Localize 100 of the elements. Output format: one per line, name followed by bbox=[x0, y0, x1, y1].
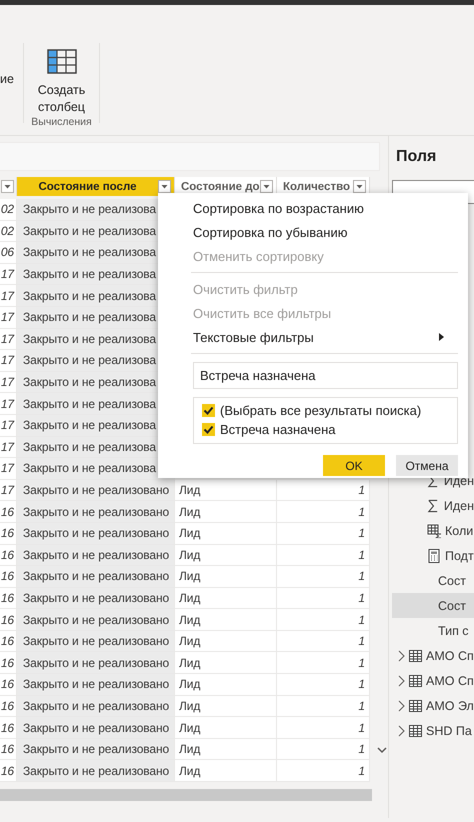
table-column-icon bbox=[46, 49, 76, 74]
table-cell: Лид bbox=[175, 630, 277, 652]
chevron-down-icon[interactable] bbox=[376, 747, 386, 754]
table-cell: Закрыто и не реализова bbox=[17, 458, 175, 480]
table-cell: Закрыто и не реализовано bbox=[17, 522, 175, 544]
search-field[interactable]: Встреча назначена bbox=[193, 362, 458, 389]
table-cell: 16 bbox=[0, 609, 17, 631]
table-cell: Закрыто и не реализовано bbox=[17, 480, 175, 502]
table-cell: Лид bbox=[175, 717, 277, 739]
table-cell: 1 bbox=[277, 696, 370, 718]
table-cell: Закрыто и не реализовано bbox=[17, 760, 175, 782]
dropdown-icon[interactable] bbox=[158, 180, 171, 193]
table-cell: Лид bbox=[175, 760, 277, 782]
field-item[interactable]: Сост bbox=[389, 568, 474, 593]
table-cell: Закрыто и не реализовано bbox=[17, 501, 175, 523]
chevron-right-icon[interactable] bbox=[398, 650, 405, 662]
table-cell: 17 bbox=[0, 264, 17, 286]
chevron-right-icon[interactable] bbox=[398, 700, 405, 712]
table-cell: 16 bbox=[0, 652, 17, 674]
field-item[interactable]: Тип с bbox=[389, 618, 474, 643]
field-item[interactable]: Коли bbox=[389, 518, 474, 543]
table-cell: Лид bbox=[175, 588, 277, 610]
field-item[interactable]: Сост bbox=[392, 593, 474, 618]
table-cell: 16 bbox=[0, 738, 17, 760]
table-cell: 17 bbox=[0, 414, 17, 437]
horizontal-scrollbar[interactable] bbox=[0, 789, 372, 802]
table-cell: 16 bbox=[0, 501, 17, 523]
table-sum-icon bbox=[427, 524, 442, 538]
table-cell: 17 bbox=[0, 328, 17, 350]
table-cell: 06 bbox=[0, 242, 17, 264]
ok-button[interactable]: OK bbox=[323, 455, 385, 476]
table-cell: 17 bbox=[0, 480, 17, 502]
table-item[interactable]: АМО Эл bbox=[389, 693, 474, 718]
column-header[interactable]: Состояние после bbox=[17, 177, 175, 196]
table-item[interactable]: АМО Сп bbox=[389, 643, 474, 668]
table-cell: 16 bbox=[0, 760, 17, 782]
table-cell: Закрыто и не реализовано bbox=[17, 544, 175, 566]
cancel-button[interactable]: Отмена bbox=[396, 455, 458, 476]
field-item[interactable]: Подт bbox=[389, 543, 474, 568]
table-cell: 1 bbox=[277, 630, 370, 652]
table-cell: Закрыто и не реализовано bbox=[17, 674, 175, 696]
table-cell: 1 bbox=[277, 760, 370, 782]
checkbox[interactable] bbox=[202, 423, 215, 436]
table-cell: 16 bbox=[0, 674, 17, 696]
column-header[interactable] bbox=[0, 177, 17, 196]
table-cell: Лид bbox=[175, 609, 277, 631]
table-cell: 16 bbox=[0, 630, 17, 652]
chevron-right-icon[interactable] bbox=[398, 674, 405, 686]
table-cell: Лид bbox=[175, 522, 277, 544]
table-cell: 1 bbox=[277, 652, 370, 674]
checkbox[interactable] bbox=[202, 404, 215, 417]
dropdown-icon[interactable] bbox=[1, 180, 14, 193]
table-cell: 16 bbox=[0, 588, 17, 610]
table-cell: 1 bbox=[277, 609, 370, 631]
table-item[interactable]: АМО Сп bbox=[389, 668, 474, 693]
table-cell: 16 bbox=[0, 544, 17, 566]
table-cell: 17 bbox=[0, 372, 17, 394]
dropdown-icon[interactable] bbox=[260, 180, 273, 193]
table-cell: 1 bbox=[277, 674, 370, 696]
submenu-arrow-icon bbox=[439, 333, 444, 341]
table-cell: 02 bbox=[0, 199, 17, 221]
table-cell: 16 bbox=[0, 522, 17, 544]
table-icon bbox=[409, 650, 422, 662]
table-cell: Закрыто и не реализовано bbox=[17, 738, 175, 760]
table-cell: 1 bbox=[277, 544, 370, 566]
pane-title: Поля bbox=[396, 148, 438, 166]
table-cell: Закрыто и не реализовано bbox=[17, 652, 175, 674]
field-item[interactable]: Иден bbox=[389, 493, 474, 518]
table-icon bbox=[409, 674, 422, 686]
menu-item[interactable]: Текстовые фильтры bbox=[193, 325, 458, 349]
table-cell: Закрыто и не реализовано bbox=[17, 630, 175, 652]
table-cell: Закрыто и не реализовано bbox=[17, 566, 175, 588]
table-icon bbox=[409, 724, 422, 736]
table-cell: Лид bbox=[175, 480, 277, 502]
table-icon bbox=[409, 700, 422, 712]
table-cell: 17 bbox=[0, 393, 17, 415]
menu-item[interactable]: Сортировка по убыванию bbox=[193, 220, 458, 244]
menu-item[interactable]: Сортировка по возрастанию bbox=[193, 196, 458, 220]
table-cell: Лид bbox=[175, 544, 277, 566]
table-cell: 17 bbox=[0, 436, 17, 458]
table-cell: Закрыто и не реализовано bbox=[17, 588, 175, 610]
table-cell: 17 bbox=[0, 306, 17, 329]
table-cell: Лид bbox=[175, 738, 277, 760]
dropdown-icon[interactable] bbox=[353, 180, 366, 193]
ribbon-label: ие bbox=[0, 72, 14, 86]
table-cell: 17 bbox=[0, 350, 17, 372]
table-cell: Закрыто и не реализовано bbox=[17, 696, 175, 718]
table-cell: 1 bbox=[277, 501, 370, 523]
chevron-right-icon[interactable] bbox=[398, 724, 405, 736]
table-cell: 1 bbox=[277, 522, 370, 544]
table-cell: 1 bbox=[277, 566, 370, 588]
table-cell: 17 bbox=[0, 458, 17, 480]
table-cell: 1 bbox=[277, 480, 370, 502]
table-item[interactable]: SHD Па bbox=[389, 718, 474, 743]
new-column-button[interactable]: Создать столбец bbox=[32, 49, 90, 116]
table-cell: 16 bbox=[0, 566, 17, 588]
table-cell: Лид bbox=[175, 566, 277, 588]
checkbox-label: (Выбрать все результаты поиска) bbox=[220, 403, 422, 418]
table-cell: Закрыто и не реализовано bbox=[17, 609, 175, 631]
table-cell: 1 bbox=[277, 738, 370, 760]
